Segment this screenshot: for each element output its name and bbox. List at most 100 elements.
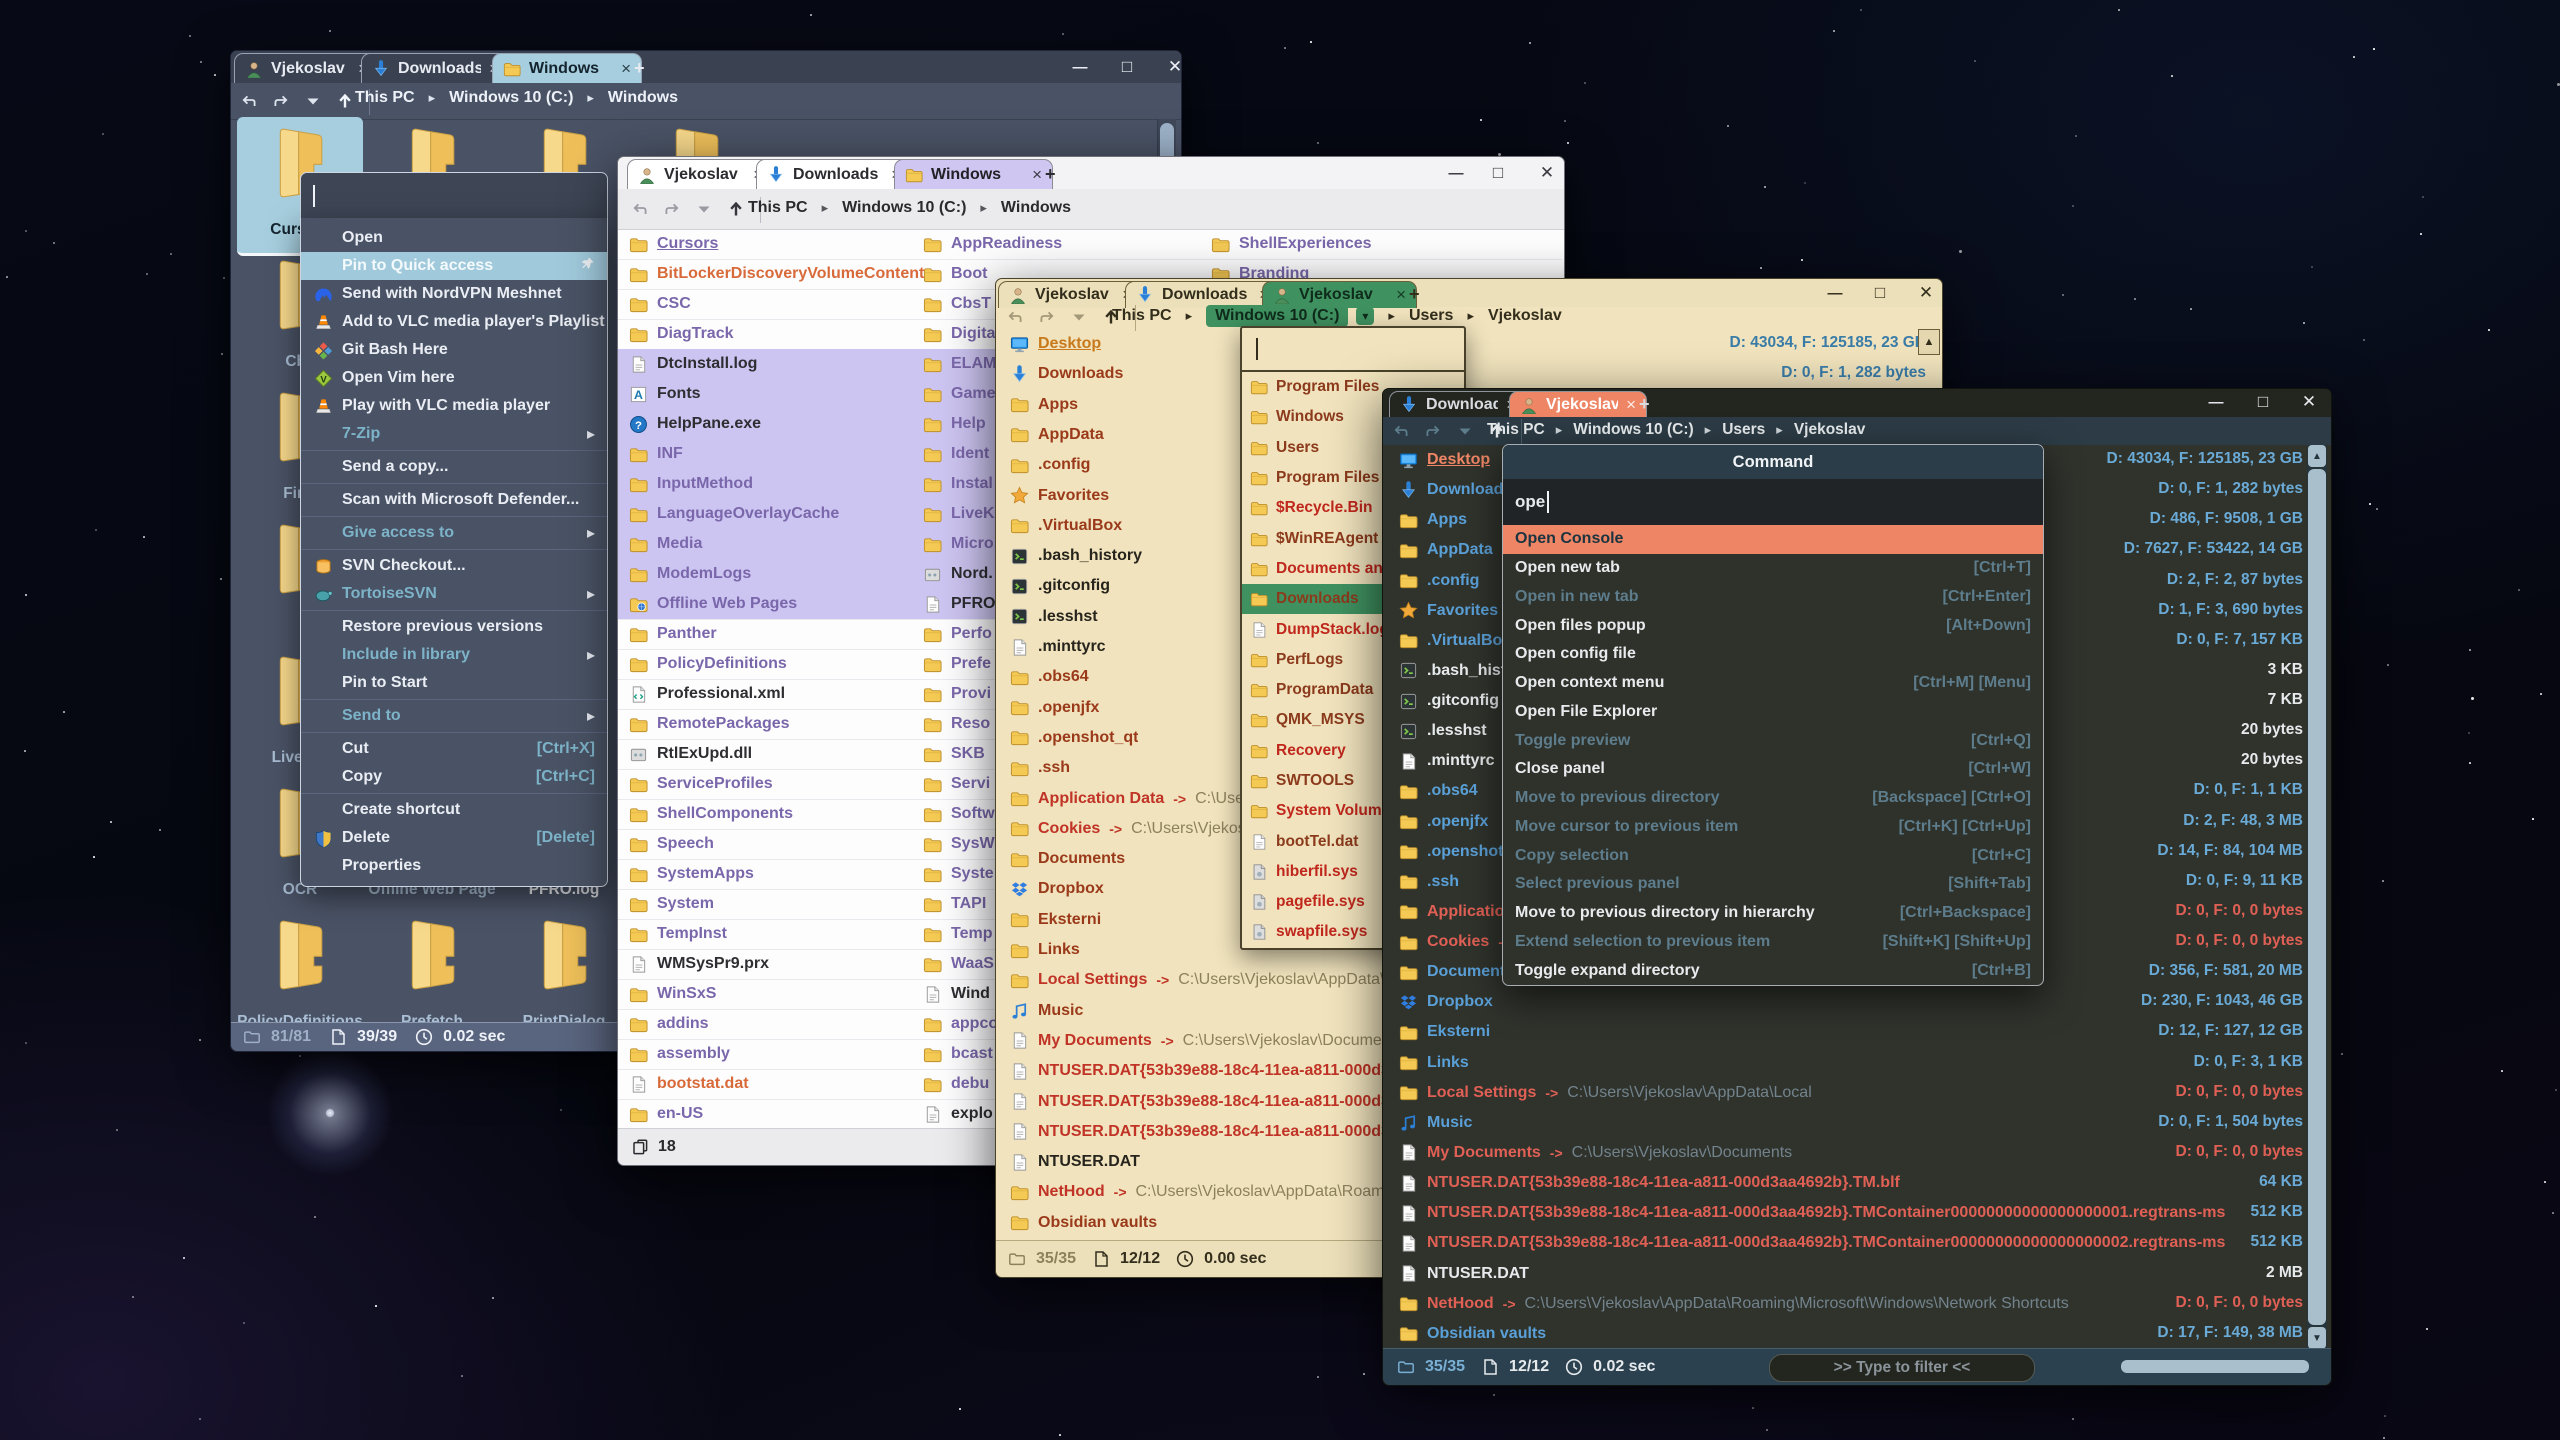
- list-item-desktop[interactable]: Desktop: [1010, 329, 1101, 359]
- history-dropdown-icon[interactable]: [1069, 307, 1089, 327]
- menu-item-play-with-vlc-media-player[interactable]: Play with VLC media player: [301, 392, 607, 420]
- command-item-move-cursor-to-previous-item[interactable]: Move cursor to previous item[Ctrl+K] [Ct…: [1503, 813, 2043, 842]
- list-item-dropbox[interactable]: Dropbox: [1010, 874, 1104, 904]
- command-item-select-previous-panel[interactable]: Select previous panel[Shift+Tab]: [1503, 870, 2043, 899]
- command-item-open-config-file[interactable]: Open config file: [1503, 640, 2043, 669]
- menu-item-create-shortcut[interactable]: Create shortcut: [301, 796, 607, 824]
- history-dropdown-icon[interactable]: [694, 199, 714, 219]
- breadcrumb[interactable]: This PC▸Windows 10 (C:)▾▸Users▸Vjekoslav: [1112, 305, 1562, 327]
- command-item-open-files-popup[interactable]: Open files popup[Alt+Down]: [1503, 611, 2043, 640]
- list-item-provi[interactable]: Provi: [923, 679, 991, 709]
- list-item-ident[interactable]: Ident: [923, 439, 989, 469]
- tab-windows[interactable]: Windows×: [894, 159, 1053, 190]
- list-item-modemlogs[interactable]: ModemLogs: [629, 559, 751, 589]
- command-item-open-file-explorer[interactable]: Open File Explorer: [1503, 698, 2043, 727]
- list-item-nethood[interactable]: NetHood->C:\Users\Vjekoslav\AppData\Roam…: [1399, 1289, 2069, 1319]
- list-item--config[interactable]: .config: [1399, 566, 1479, 596]
- maximize-button[interactable]: □: [1865, 282, 1895, 304]
- list-item-assembly[interactable]: assembly: [629, 1039, 730, 1069]
- list-item-eksterni[interactable]: Eksterni: [1399, 1017, 1490, 1047]
- command-item-move-to-previous-directory[interactable]: Move to previous directory[Backspace] [C…: [1503, 784, 2043, 813]
- list-item--virtualbox[interactable]: .VirtualBox: [1399, 626, 1511, 656]
- list-item-bitlockerdiscoveryvolumecontents[interactable]: BitLockerDiscoveryVolumeContents: [629, 259, 933, 289]
- list-item-explo[interactable]: explo: [923, 1099, 993, 1129]
- menu-item-pin-to-start[interactable]: Pin to Start: [301, 669, 607, 697]
- list-item--obs64[interactable]: .obs64: [1010, 662, 1089, 692]
- menu-item-git-bash-here[interactable]: Git Bash Here: [301, 336, 607, 364]
- list-item-csc[interactable]: CSC: [629, 289, 691, 319]
- list-item-obsidian-vaults[interactable]: Obsidian vaults: [1010, 1208, 1157, 1238]
- list-item-appco[interactable]: appco: [923, 1009, 998, 1039]
- list-item-boot[interactable]: Boot: [923, 259, 987, 289]
- new-tab-button[interactable]: +: [1639, 391, 1650, 417]
- tab-downloads[interactable]: Downloads×: [756, 159, 912, 190]
- list-item-digita[interactable]: Digita: [923, 319, 995, 349]
- command-item-open-context-menu[interactable]: Open context menu[Ctrl+M] [Menu]: [1503, 669, 2043, 698]
- breadcrumb-windows-10-c-[interactable]: Windows 10 (C:): [842, 199, 966, 217]
- list-item-wmsyspr9-prx[interactable]: WMSysPr9.prx: [629, 949, 769, 979]
- list-item-dtcinstall-log[interactable]: DtcInstall.log: [629, 349, 757, 379]
- tab-close-icon[interactable]: ×: [621, 59, 631, 79]
- list-item-documents[interactable]: Documents: [1010, 844, 1125, 874]
- close-button[interactable]: ✕: [1532, 162, 1562, 184]
- new-tab-button[interactable]: +: [1045, 159, 1056, 189]
- list-item-offline-web-pages[interactable]: Offline Web Pages: [629, 589, 797, 619]
- list-item--virtualbox[interactable]: .VirtualBox: [1010, 511, 1122, 541]
- menu-item-tortoisesvn[interactable]: TortoiseSVN▸: [301, 580, 607, 608]
- list-item--lesshst[interactable]: .lesshst: [1399, 716, 1487, 746]
- command-item-move-to-previous-directory-in-hierarchy[interactable]: Move to previous directory in hierarchy[…: [1503, 899, 2043, 928]
- list-item-downloads[interactable]: Downloads: [1010, 359, 1123, 389]
- breadcrumb-vjekoslav[interactable]: Vjekoslav: [1794, 421, 1866, 439]
- list-item-obsidian-vaults[interactable]: Obsidian vaults: [1399, 1319, 1546, 1349]
- menu-item-delete[interactable]: Delete[Delete]: [301, 824, 607, 852]
- list-item-appdata[interactable]: AppData: [1399, 535, 1493, 565]
- menu-item-open-vim-here[interactable]: VOpen Vim here: [301, 364, 607, 392]
- list-item-music[interactable]: Music: [1399, 1108, 1472, 1138]
- scroll-up-button[interactable]: ▲: [2308, 445, 2326, 467]
- type-to-filter-button[interactable]: >> Type to filter <<: [1769, 1354, 2035, 1382]
- list-item-speech[interactable]: Speech: [629, 829, 714, 859]
- command-item-open-new-tab[interactable]: Open new tab[Ctrl+T]: [1503, 554, 2043, 583]
- breadcrumb-this-pc[interactable]: This PC: [1487, 421, 1545, 439]
- list-item-nord-[interactable]: Nord.: [923, 559, 993, 589]
- list-item-eksterni[interactable]: Eksterni: [1010, 905, 1101, 935]
- close-button[interactable]: ✕: [2294, 391, 2324, 413]
- list-item-helppane-exe[interactable]: ?HelpPane.exe: [629, 409, 761, 439]
- list-item-fonts[interactable]: AFonts: [629, 379, 701, 409]
- list-item-temp[interactable]: Temp: [923, 919, 992, 949]
- tab-windows[interactable]: Windows×: [492, 53, 642, 84]
- forward-icon[interactable]: [271, 91, 291, 111]
- list-item-micro[interactable]: Micro: [923, 529, 994, 559]
- list-item--openjfx[interactable]: .openjfx: [1399, 807, 1488, 837]
- list-item-diagtrack[interactable]: DiagTrack: [629, 319, 733, 349]
- menu-item-cut[interactable]: Cut[Ctrl+X]: [301, 735, 607, 763]
- back-icon[interactable]: [1005, 307, 1025, 327]
- list-item--openjfx[interactable]: .openjfx: [1010, 693, 1099, 723]
- forward-icon[interactable]: [1423, 421, 1443, 441]
- breadcrumb-windows-10-c-[interactable]: Windows 10 (C:): [1573, 421, 1693, 439]
- menu-item-scan-with-microsoft-defender-[interactable]: Scan with Microsoft Defender...: [301, 486, 607, 514]
- list-item--gitconfig[interactable]: .gitconfig: [1010, 571, 1110, 601]
- list-item-wind[interactable]: Wind: [923, 979, 990, 1009]
- tab-downloads[interactable]: Downloads×: [1389, 391, 1527, 418]
- menu-item-restore-previous-versions[interactable]: Restore previous versions: [301, 613, 607, 641]
- menu-item-send-to[interactable]: Send to▸: [301, 702, 607, 730]
- scroll-down-button[interactable]: ▼: [2308, 1327, 2326, 1349]
- minimize-button[interactable]: —: [2201, 391, 2231, 413]
- breadcrumb[interactable]: This PC▸Windows 10 (C:)▸Users▸Vjekoslav: [1487, 421, 1865, 439]
- back-icon[interactable]: [1391, 421, 1411, 441]
- list-item-downloads[interactable]: Downloads: [1399, 475, 1512, 505]
- tab-vjekoslav[interactable]: Vjekoslav×: [1509, 391, 1647, 418]
- breadcrumb-windows-10-c-[interactable]: Windows 10 (C:): [1206, 305, 1348, 327]
- list-item-elam[interactable]: ELAM: [923, 349, 996, 379]
- list-item-appreadiness[interactable]: AppReadiness: [923, 229, 1062, 259]
- list-item--obs64[interactable]: .obs64: [1399, 776, 1478, 806]
- list-item-waas[interactable]: WaaS: [923, 949, 994, 979]
- list-item-favorites[interactable]: Favorites: [1010, 481, 1109, 511]
- breadcrumb-users[interactable]: Users: [1409, 307, 1453, 325]
- list-item-pfro[interactable]: PFRO: [923, 589, 995, 619]
- window-d-scrollbar-thumb[interactable]: [2308, 469, 2326, 1325]
- list-item-game[interactable]: Game: [923, 379, 995, 409]
- list-item-links[interactable]: Links: [1399, 1048, 1469, 1078]
- up-directory-icon[interactable]: [726, 199, 746, 219]
